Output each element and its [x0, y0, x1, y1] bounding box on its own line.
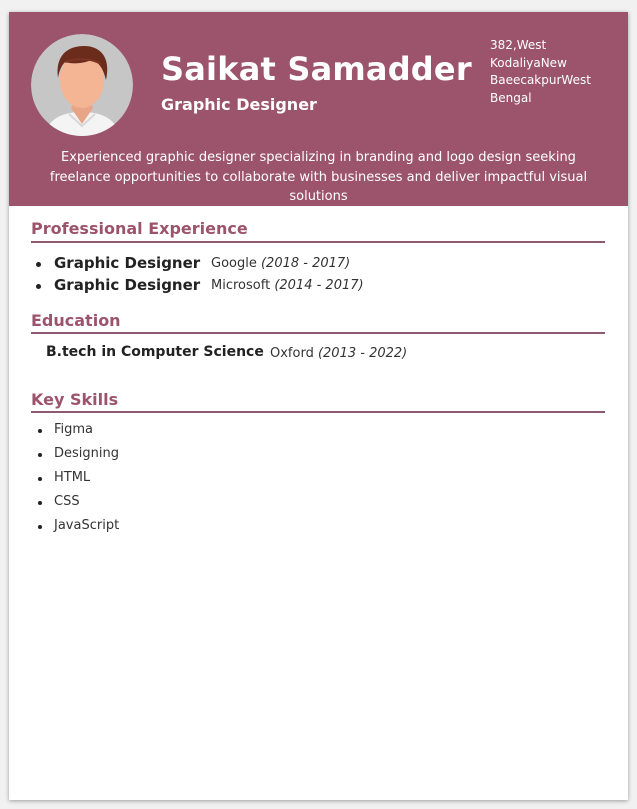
bullet-icon [38, 453, 42, 457]
experience-role: Graphic Designer [54, 276, 201, 294]
skills-heading: Key Skills [31, 390, 119, 409]
education-heading: Education [31, 311, 121, 330]
address-line: 382,West [490, 38, 547, 52]
skills-divider [31, 411, 605, 413]
resume-page: Saikat Samadder Graphic Designer 382,Wes… [9, 12, 628, 800]
person-avatar-icon [31, 34, 133, 136]
address-line: BaeecakpurWest [490, 73, 591, 87]
address: 382,West KodaliyaNew BaeecakpurWest Beng… [490, 37, 620, 107]
skill-name: Figma [54, 422, 94, 437]
education-divider [31, 332, 605, 334]
experience-divider [31, 241, 605, 243]
experience-company: Google [211, 256, 257, 271]
experience-years: (2018 - 2017) [260, 256, 351, 271]
address-line: Bengal [490, 90, 532, 105]
bullet-icon [36, 284, 41, 289]
skill-name: HTML [54, 470, 91, 485]
experience-role: Graphic Designer [54, 254, 201, 272]
bullet-icon [38, 429, 42, 433]
bullet-icon [38, 501, 42, 505]
address-line: KodaliyaNew [490, 55, 567, 70]
experience-years: (2014 - 2017) [274, 278, 364, 293]
bullet-icon [38, 477, 42, 481]
skill-name: Designing [54, 446, 119, 461]
experience-company-line: Google (2018 - 2017) [211, 256, 350, 271]
resume-header: Saikat Samadder Graphic Designer 382,Wes… [9, 12, 628, 206]
education-degree: B.tech in Computer Science [46, 344, 264, 360]
skill-name: JavaScript [54, 518, 120, 533]
profile-summary: Experienced graphic designer specializin… [49, 150, 588, 204]
education-years: (2013 - 2022) [317, 346, 408, 361]
skill-name: CSS [54, 494, 80, 509]
job-title: Graphic Designer [161, 95, 317, 114]
education-school: Oxford [270, 346, 314, 361]
bullet-icon [36, 262, 41, 267]
experience-heading: Professional Experience [31, 219, 248, 238]
profile-avatar [31, 34, 133, 136]
education-school-line: Oxford (2013 - 2022) [270, 346, 407, 361]
experience-company-line: Microsoft (2014 - 2017) [211, 278, 364, 293]
person-name: Saikat Samadder [161, 50, 472, 88]
experience-company: Microsoft [211, 278, 271, 293]
bullet-icon [38, 525, 42, 529]
